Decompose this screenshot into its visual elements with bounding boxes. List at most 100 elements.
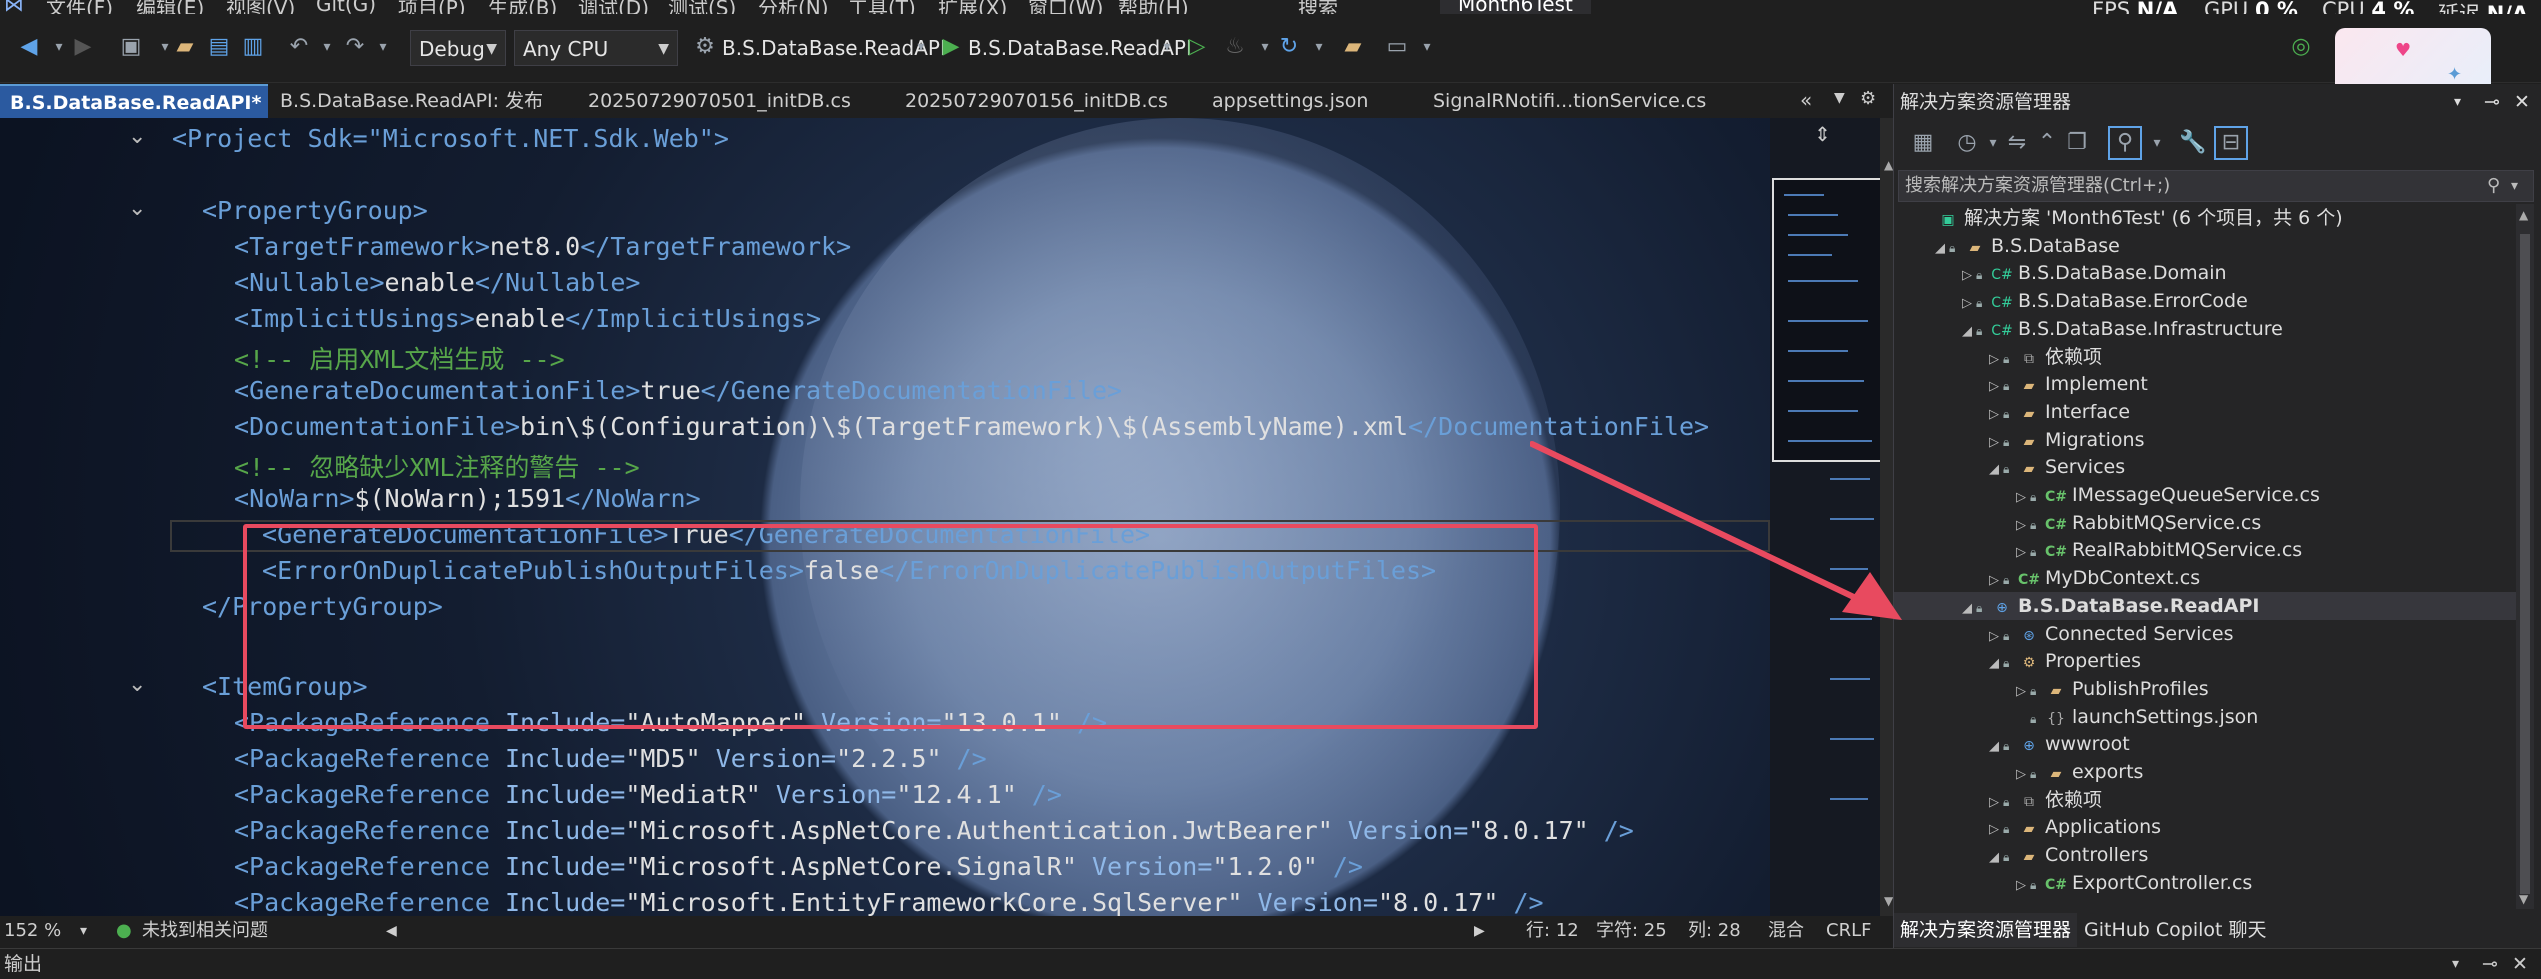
menu-build[interactable]: 生成(B): [488, 0, 557, 14]
collapsed-arrow-icon[interactable]: ▷: [2012, 872, 2030, 900]
configuration-select[interactable]: Debug ▼: [410, 30, 506, 66]
tree-node[interactable]: ◢ 🔒︎ ⊕ wwwroot: [1894, 730, 2516, 758]
tree-node[interactable]: ▷ 🔒︎ C# B.S.DataBase.Domain: [1894, 259, 2516, 287]
menu-test[interactable]: 测试(S): [668, 0, 736, 14]
tree-node[interactable]: ▷ 🔒︎ ▰ exports: [1894, 758, 2516, 786]
menu-git[interactable]: Git(G): [316, 0, 376, 14]
menu-project[interactable]: 项目(P): [398, 0, 466, 14]
sync-icon[interactable]: ▦: [1908, 128, 1938, 158]
tab-initdb-2[interactable]: 20250729070156_initDB.cs: [895, 84, 1205, 118]
line-ending[interactable]: CRLF: [1826, 916, 1871, 946]
refresh-dropdown-icon[interactable]: ▾: [1304, 32, 1334, 62]
tree-node[interactable]: ▷ 🔒︎ ⊛ Connected Services: [1894, 620, 2516, 648]
tree-node[interactable]: ▷ 🔒︎ ▰ Interface: [1894, 398, 2516, 426]
menu-edit[interactable]: 编辑(E): [136, 0, 204, 14]
tree-node[interactable]: ▷ 🔒︎ C# RabbitMQService.cs: [1894, 509, 2516, 537]
menu-analyze[interactable]: 分析(N): [758, 0, 829, 14]
tab-solution-explorer[interactable]: 解决方案资源管理器: [1894, 913, 2078, 947]
tree-node[interactable]: 🔒︎ {} launchSettings.json: [1894, 703, 2516, 731]
panel-pin-icon[interactable]: ⊸: [2484, 84, 2500, 120]
global-search[interactable]: 搜索: [1298, 0, 1338, 14]
open-folder-icon[interactable]: ▰: [170, 32, 200, 62]
tree-node[interactable]: ▷ 🔒︎ C# ExportController.cs: [1894, 869, 2516, 897]
column-number[interactable]: 列: 28: [1688, 916, 1741, 946]
tree-node[interactable]: ▷ 🔒︎ ▰ Applications: [1894, 813, 2516, 841]
scroll-down-icon[interactable]: ▼: [1884, 894, 1893, 908]
tree-node[interactable]: ◢ 🔒︎ ⊕ B.S.DataBase.ReadAPI: [1894, 591, 2516, 620]
redo-icon[interactable]: ↷: [340, 32, 370, 62]
menu-file[interactable]: 文件(F): [46, 0, 113, 14]
tree-node[interactable]: ▷ 🔒︎ C# IMessageQueueService.cs: [1894, 481, 2516, 509]
tree-node[interactable]: ◢ 🔒︎ ▰ B.S.DataBase: [1894, 232, 2516, 260]
layout-icon[interactable]: ▭: [1382, 32, 1412, 62]
back-icon[interactable]: ◀: [14, 32, 44, 62]
zoom-dropdown-icon[interactable]: ▾: [80, 916, 87, 946]
refresh-icon[interactable]: ↻: [1274, 32, 1304, 62]
show-all-files-icon[interactable]: ❐: [2062, 128, 2092, 158]
tree-node[interactable]: ▷ 🔒︎ ▰ Migrations: [1894, 426, 2516, 454]
tree-node[interactable]: ▷ 🔒︎ C# MyDbContext.cs: [1894, 564, 2516, 592]
tree-node[interactable]: ▷ 🔒︎ C# RealRabbitMQService.cs: [1894, 536, 2516, 564]
folder-nav-icon[interactable]: ▰: [1338, 32, 1368, 62]
split-editor-icon[interactable]: ⇕: [1814, 122, 1831, 146]
panel-dropdown-icon[interactable]: ▾: [2454, 84, 2461, 120]
menu-view[interactable]: 视图(V): [226, 0, 295, 14]
scroll-tabs-left-icon[interactable]: «: [1800, 88, 1812, 112]
fold-chevron-icon[interactable]: ⌄: [128, 196, 146, 221]
menu-window[interactable]: 窗口(W): [1028, 0, 1103, 14]
scroll-up-icon[interactable]: ▲: [1884, 158, 1893, 172]
output-pin-icon[interactable]: ⊸: [2482, 949, 2498, 979]
menu-tools[interactable]: 工具(T): [848, 0, 916, 14]
tree-node[interactable]: ▷ 🔒︎ ▰ PublishProfiles: [1894, 675, 2516, 703]
zoom-level[interactable]: 152 %: [4, 916, 61, 946]
code-editor[interactable]: ⌄ ⌄ ⌄ <Project Sdk="Microsoft.NET.Sdk.We…: [0, 118, 1770, 916]
filter-dropdown-icon[interactable]: ▾: [2142, 128, 2172, 158]
scrollbar-thumb[interactable]: [2520, 234, 2530, 894]
search-dropdown-icon[interactable]: ▾: [2511, 171, 2518, 201]
indent-mode[interactable]: 混合: [1768, 916, 1804, 946]
undo-dropdown-icon[interactable]: ▾: [312, 32, 342, 62]
properties-wrench-icon[interactable]: 🔧: [2178, 128, 2208, 158]
new-project-icon[interactable]: ▣: [116, 32, 146, 62]
settings-icon[interactable]: ⚙: [1860, 88, 1876, 109]
collapse-all-icon[interactable]: ⌃: [2032, 128, 2062, 158]
minimap-viewport[interactable]: [1772, 178, 1882, 462]
tab-appsettings[interactable]: appsettings.json: [1202, 84, 1417, 118]
run-dropdown-icon[interactable]: ▾: [1152, 32, 1182, 62]
menu-help[interactable]: 帮助(H): [1118, 0, 1189, 14]
tree-node[interactable]: ◢ 🔒︎ ⚙ Properties: [1894, 647, 2516, 675]
copilot-icon[interactable]: ◎: [2286, 32, 2316, 62]
tab-list-dropdown-icon[interactable]: ▼: [1834, 90, 1845, 106]
output-close-icon[interactable]: ✕: [2512, 949, 2528, 979]
redo-dropdown-icon[interactable]: ▾: [368, 32, 398, 62]
save-all-icon[interactable]: ▥: [238, 32, 268, 62]
tree-vertical-scrollbar[interactable]: ▲ ▼: [2516, 204, 2534, 909]
startup-dropdown-icon[interactable]: ▾: [906, 32, 936, 62]
menu-extensions[interactable]: 扩展(X): [938, 0, 1007, 14]
char-number[interactable]: 字符: 25: [1596, 916, 1667, 946]
start-debug-icon[interactable]: ▶: [936, 32, 966, 62]
tree-node[interactable]: ◢ 🔒︎ ▰ Controllers: [1894, 841, 2516, 869]
tree-node[interactable]: ◢ 🔒︎ C# B.S.DataBase.Infrastructure: [1894, 315, 2516, 343]
menu-debug[interactable]: 调试(D): [578, 0, 649, 14]
vs-logo-icon[interactable]: ⋈: [4, 0, 24, 14]
filter-icon[interactable]: ⚲: [2108, 126, 2142, 160]
tab-readapi-csproj[interactable]: B.S.DataBase.ReadAPI* ⊸ ✕: [0, 84, 268, 118]
tree-node[interactable]: ◢ 🔒︎ ▰ Services: [1894, 453, 2516, 481]
line-number[interactable]: 行: 12: [1526, 916, 1579, 946]
tree-node[interactable]: ▷ 🔒︎ ⧉ 依赖项: [1894, 343, 2516, 371]
scroll-right-icon[interactable]: ▶: [1474, 916, 1485, 946]
tree-node[interactable]: ▷ 🔒︎ ⧉ 依赖项: [1894, 786, 2516, 814]
issues-status[interactable]: 未找到相关问题: [142, 916, 268, 946]
tree-node[interactable]: ▷ 🔒︎ ▰ Implement: [1894, 370, 2516, 398]
scroll-up-icon[interactable]: ▲: [2519, 208, 2528, 222]
forward-icon[interactable]: ▶: [68, 32, 98, 62]
save-icon[interactable]: ▤: [204, 32, 234, 62]
layout-dropdown-icon[interactable]: ▾: [1412, 32, 1442, 62]
fold-chevron-icon[interactable]: ⌄: [128, 672, 146, 697]
output-dropdown-icon[interactable]: ▾: [2452, 949, 2459, 979]
start-without-debug-icon[interactable]: ▷: [1182, 32, 1212, 62]
hot-reload-flame-icon[interactable]: ♨: [1220, 32, 1250, 62]
tab-signalr-service[interactable]: SignalRNotifi...tionService.cs: [1423, 84, 1753, 118]
tree-node[interactable]: ▣ 解决方案 'Month6Test' (6 个项目，共 6 个): [1894, 204, 2516, 232]
